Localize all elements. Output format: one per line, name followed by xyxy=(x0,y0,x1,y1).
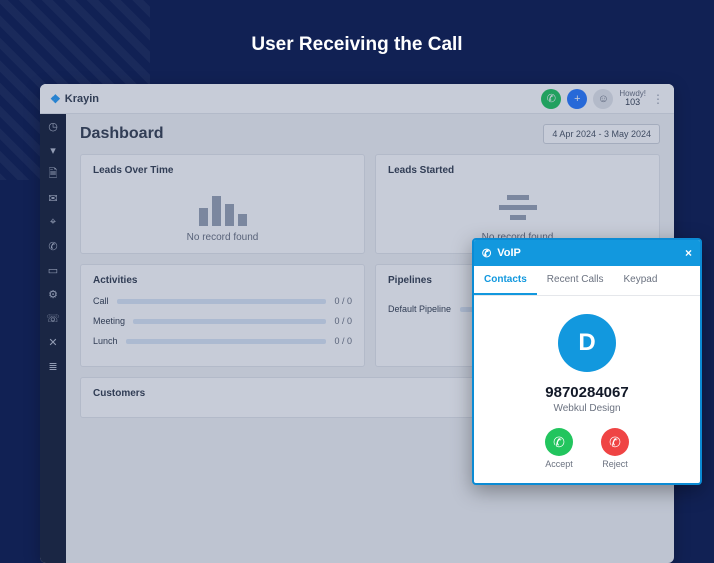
sidebar-item-tools-icon[interactable]: ✕ xyxy=(47,336,59,348)
voip-popup: ✆ VoIP × Contacts Recent Calls Keypad D … xyxy=(472,238,702,485)
close-button[interactable]: × xyxy=(685,246,692,260)
plus-icon: + xyxy=(574,93,580,105)
phone-icon: ✆ xyxy=(482,247,491,260)
phone-icon: ✆ xyxy=(547,92,556,105)
sidebar-item-funnel-icon[interactable]: ▾ xyxy=(47,144,59,156)
empty-state-text: No record found xyxy=(93,232,352,243)
card-activities: Activities Call 0 / 0 Meeting 0 / 0 Lunc… xyxy=(80,264,365,367)
card-title: Leads Over Time xyxy=(93,165,352,176)
reject-call-button[interactable]: ✆ Reject xyxy=(601,428,629,469)
user-icon: ☺ xyxy=(598,93,609,105)
activity-row: Lunch 0 / 0 xyxy=(93,336,352,346)
activity-label: Call xyxy=(93,296,109,306)
placeholder-bar-chart-icon xyxy=(93,188,352,226)
accept-label: Accept xyxy=(545,459,573,469)
placeholder-lines-icon xyxy=(388,188,647,226)
activity-row: Call 0 / 0 xyxy=(93,296,352,306)
sidebar-item-list-icon[interactable]: ≣ xyxy=(47,360,59,372)
sidebar: ◷ ▾ 🗎 ✉ ⌖ ✆ ▭ ⚙ ☏ ✕ ≣ xyxy=(40,114,66,563)
phone-accept-icon: ✆ xyxy=(545,428,573,456)
topbar-user-avatar[interactable]: ☺ xyxy=(593,89,613,109)
progress-bar xyxy=(133,319,326,324)
voip-body: D 9870284067 Webkul Design ✆ Accept ✆ Re… xyxy=(474,296,700,483)
card-title: Activities xyxy=(93,275,352,286)
sidebar-item-calendar-icon[interactable]: ▭ xyxy=(47,264,59,276)
date-range-picker[interactable]: 4 Apr 2024 - 3 May 2024 xyxy=(543,124,660,144)
sidebar-item-mail-icon[interactable]: ✉ xyxy=(47,192,59,204)
sidebar-item-settings-icon[interactable]: ⚙ xyxy=(47,288,59,300)
sidebar-item-call-alt-icon[interactable]: ☏ xyxy=(47,312,59,324)
tab-keypad[interactable]: Keypad xyxy=(614,266,668,295)
topbar-howdy: Howdy! 103 xyxy=(619,90,646,107)
reject-label: Reject xyxy=(602,459,628,469)
card-leads-over-time: Leads Over Time No record found xyxy=(80,154,365,254)
topbar-add-button[interactable]: + xyxy=(567,89,587,109)
brand-logo[interactable]: ❖ Krayin xyxy=(50,92,99,106)
caller-number: 9870284067 xyxy=(484,384,690,401)
activity-label: Meeting xyxy=(93,316,125,326)
voip-tabs: Contacts Recent Calls Keypad xyxy=(474,266,700,296)
phone-reject-icon: ✆ xyxy=(601,428,629,456)
sidebar-item-location-icon[interactable]: ⌖ xyxy=(47,216,59,228)
sidebar-item-document-icon[interactable]: 🗎 xyxy=(47,168,59,180)
pipeline-label: Default Pipeline xyxy=(388,304,452,315)
sidebar-item-speed-icon[interactable]: ◷ xyxy=(47,120,59,132)
tab-contacts[interactable]: Contacts xyxy=(474,266,537,295)
activity-value: 0 / 0 xyxy=(334,296,352,306)
page-title: Dashboard xyxy=(80,125,164,143)
overlay-title: User Receiving the Call xyxy=(0,34,714,56)
brand-logo-icon: ❖ xyxy=(50,92,61,106)
accept-call-button[interactable]: ✆ Accept xyxy=(545,428,573,469)
activity-row: Meeting 0 / 0 xyxy=(93,316,352,326)
progress-bar xyxy=(117,299,327,304)
caller-name: Webkul Design xyxy=(484,403,690,414)
topbar-call-button[interactable]: ✆ xyxy=(541,89,561,109)
caller-avatar: D xyxy=(558,314,616,372)
sidebar-item-phone-icon[interactable]: ✆ xyxy=(47,240,59,252)
activity-label: Lunch xyxy=(93,336,118,346)
call-actions: ✆ Accept ✆ Reject xyxy=(484,428,690,469)
voip-header: ✆ VoIP × xyxy=(474,240,700,266)
tab-recent-calls[interactable]: Recent Calls xyxy=(537,266,614,295)
topbar: ❖ Krayin ✆ + ☺ Howdy! 103 ⋮ xyxy=(40,84,674,114)
activity-value: 0 / 0 xyxy=(334,316,352,326)
progress-bar xyxy=(126,339,327,344)
howdy-value: 103 xyxy=(619,98,646,107)
brand-name: Krayin xyxy=(65,93,99,105)
card-title: Leads Started xyxy=(388,165,647,176)
activity-value: 0 / 0 xyxy=(334,336,352,346)
voip-title: VoIP xyxy=(497,247,521,259)
topbar-menu-button[interactable]: ⋮ xyxy=(652,92,664,106)
